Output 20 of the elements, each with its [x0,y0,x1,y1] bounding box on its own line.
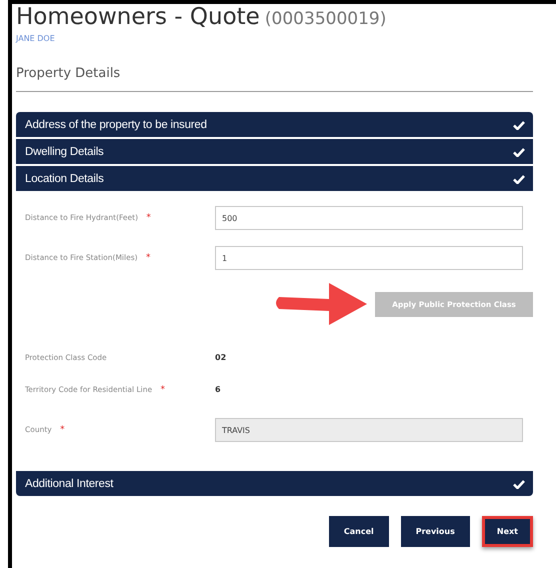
input-field[interactable]: 500 [215,206,523,230]
accordion-header[interactable]: Dwelling Details [16,139,533,164]
insured-name: JANE DOE [16,34,56,43]
page-title: Homeowners - Quote [16,4,260,30]
required-mark: * [160,385,165,395]
required-mark: * [60,425,65,435]
input-field[interactable]: TRAVIS [215,418,523,442]
quote-number: (0003500019) [264,9,386,29]
field-value: 6 [215,385,221,394]
nav-button[interactable]: Previous [400,516,470,547]
accordion-header[interactable]: Location Details [16,166,533,191]
accordion-header[interactable]: Additional Interest [16,471,533,496]
nav-button[interactable]: Cancel [328,516,389,547]
required-mark: * [146,213,151,223]
section-title: Property Details [16,66,122,81]
input-field[interactable]: 1 [215,246,523,270]
accordion-header[interactable]: Address of the property to be insured [16,112,533,137]
field-value: 02 [215,353,226,362]
required-mark: * [146,253,150,263]
nav-button[interactable]: Next [482,516,533,547]
